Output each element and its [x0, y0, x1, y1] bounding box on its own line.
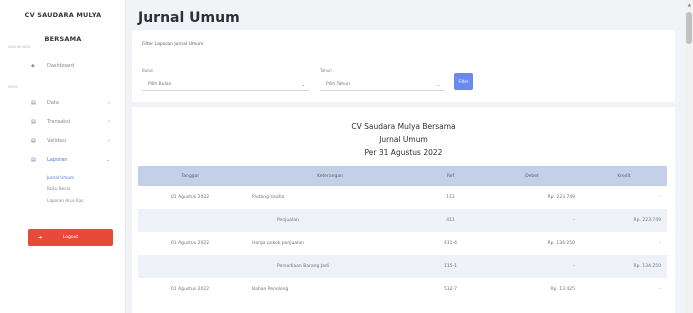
cell-keterangan: Harga pokok penjualan	[252, 241, 304, 246]
column-header-debet: Debet	[483, 166, 581, 186]
sub-item-jurnal-umum[interactable]: Jurnal Umum	[47, 175, 74, 180]
chevron-right-icon: ›	[108, 100, 110, 106]
table-row: 01 Agustus 2022 Piutang Usaha 113 Rp. 22…	[138, 186, 667, 209]
chevron-down-icon: ⌄	[105, 157, 110, 163]
cell-ref: 113	[446, 195, 455, 200]
cell-keterangan: Piutang Usaha	[252, 195, 285, 200]
brand-line-1: CV SAUDARA MULYA	[24, 11, 102, 19]
bulan-select[interactable]: Pilih Bulan ⌄	[142, 79, 309, 91]
sidebar-item-transaksi[interactable]: ▤ Transaksi ›	[0, 115, 126, 129]
page-title: Jurnal Umum	[138, 10, 240, 26]
report-title: Jurnal Umum	[379, 135, 428, 144]
cell-kredit: -	[659, 241, 661, 246]
column-header-keterangan: Keterangan	[242, 166, 418, 186]
column-header-kredit: Kredit	[581, 166, 667, 186]
cell-tanggal	[138, 255, 242, 278]
sidebar-item-dashboard[interactable]: ◈ Dashboard	[0, 59, 126, 73]
bulan-select-value: Pilih Bulan	[148, 82, 172, 87]
table-row: 01 Agustus 2022 Harga pokok penjualan 41…	[138, 232, 667, 255]
cell-ref: 411	[418, 209, 483, 232]
cell-debet: -	[483, 209, 581, 232]
column-header-tanggal: Tanggal	[138, 166, 242, 186]
cell-tanggal: 01 Agustus 2022	[170, 241, 210, 246]
sub-item-buku-besar[interactable]: Buku Besar	[47, 186, 71, 191]
report-card: CV Saudara Mulya Bersama Jurnal Umum Per…	[132, 107, 675, 313]
cell-kredit: Rp. 134.250	[581, 255, 667, 278]
cell-ref: 115-1	[418, 255, 483, 278]
scroll-up-arrow-icon[interactable]: ▲	[688, 2, 691, 7]
section-heading-menu: MENU	[8, 85, 19, 89]
logout-icon: ➜	[38, 234, 43, 241]
sidebar-item-label: Transaksi	[47, 119, 71, 125]
filter-button[interactable]: Filter	[454, 73, 473, 90]
cell-ref: 512-7	[443, 287, 458, 292]
tahun-select-value: Pilih Tahun	[326, 82, 350, 87]
sidebar-item-label: Data	[47, 100, 59, 106]
table-icon: ▤	[31, 157, 36, 163]
filter-title: Filter Laporan Jurnal Umum	[142, 42, 204, 47]
sidebar-item-data[interactable]: ▤ Data ›	[0, 96, 126, 110]
table-row: Persediaan Barang Jadi 115-1 - Rp. 134.2…	[138, 255, 667, 278]
table-row: 01 Agustus 2022 Bahan Penolong 512-7 Rp.…	[138, 278, 667, 301]
table-icon: ▤	[31, 119, 36, 125]
cell-keterangan: Bahan Penolong	[252, 287, 289, 292]
section-heading-dashboard: DASHBOARD	[8, 45, 31, 49]
column-header-ref: Ref	[418, 166, 483, 186]
tahun-select[interactable]: Pilih Tahun ⌄	[320, 79, 444, 91]
bulan-label: Bulan	[142, 68, 154, 73]
table-icon: ▤	[31, 100, 36, 106]
sidebar-item-laporan[interactable]: ▤ Laporan ⌄	[0, 153, 126, 167]
cell-tanggal: 01 Agustus 2022	[170, 287, 210, 292]
sidebar-item-label: Laporan	[47, 157, 68, 163]
cell-keterangan: Penjualan	[242, 209, 418, 232]
sidebar: CV SAUDARA MULYA BERSAMA DASHBOARD ◈ Das…	[0, 0, 126, 313]
cell-kredit: -	[659, 287, 661, 292]
sidebar-item-label: Validasi	[47, 138, 67, 144]
dashboard-icon: ◈	[31, 63, 35, 69]
logout-button[interactable]: ➜ Logout	[28, 229, 113, 246]
filter-card: Filter Laporan Jurnal Umum Bulan Pilih B…	[132, 30, 675, 102]
cell-kredit: Rp. 223.749	[581, 209, 667, 232]
cell-debet: Rp. 13.425	[550, 287, 575, 292]
cell-ref: 411-4	[443, 241, 458, 246]
table-row: Penjualan 411 - Rp. 223.749	[138, 209, 667, 232]
report-company: CV Saudara Mulya Bersama	[351, 122, 456, 131]
chevron-right-icon: ›	[108, 138, 110, 144]
chevron-right-icon: ›	[108, 119, 110, 125]
chevron-down-icon: ⌄	[301, 82, 305, 87]
logout-label: Logout	[62, 235, 79, 240]
cell-debet: Rp. 223.749	[547, 195, 575, 200]
cell-debet: -	[483, 255, 581, 278]
table-header-row: Tanggal Keterangan Ref Debet Kredit	[138, 166, 667, 186]
sidebar-item-validasi[interactable]: ▤ Validasi ›	[0, 134, 126, 148]
table-icon: ▤	[31, 138, 36, 144]
journal-table: Tanggal Keterangan Ref Debet Kredit 01 A…	[138, 166, 667, 301]
cell-tanggal	[138, 209, 242, 232]
sidebar-item-label: Dashboard	[47, 63, 75, 69]
cell-debet: Rp. 134.250	[547, 241, 575, 246]
tahun-label: Tahun	[320, 68, 332, 73]
report-period: Per 31 Agustus 2022	[364, 148, 443, 157]
cell-keterangan: Persediaan Barang Jadi	[242, 255, 418, 278]
scrollbar-thumb[interactable]	[686, 12, 692, 44]
vertical-scrollbar[interactable]: ▲	[685, 0, 693, 313]
cell-kredit: -	[659, 195, 661, 200]
brand-line-2: BERSAMA	[44, 35, 82, 43]
sub-item-laporan-arus-kas[interactable]: Laporan Arus Kas	[47, 198, 84, 203]
chevron-down-icon: ⌄	[436, 82, 440, 87]
cell-tanggal: 01 Agustus 2022	[170, 195, 210, 200]
